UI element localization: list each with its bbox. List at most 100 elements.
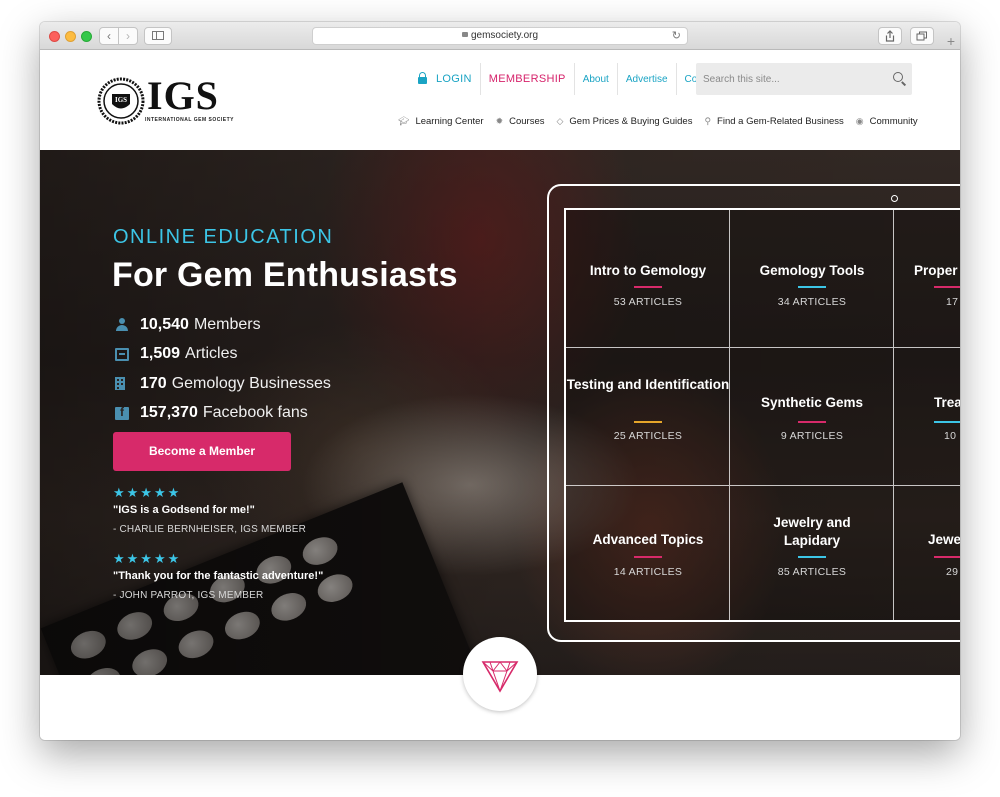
nav-label: Find a Gem-Related Business — [717, 115, 844, 127]
chevron-left-icon: ‹ — [107, 29, 111, 43]
nav-label: Courses — [509, 115, 545, 127]
stat-label: Gemology Businesses — [171, 374, 331, 392]
back-button[interactable]: ‹ — [99, 27, 119, 45]
chat-icon: ◉ — [855, 115, 864, 126]
hero-eyebrow: ONLINE EDUCATION — [113, 226, 334, 248]
topic-card[interactable]: Intro to Gemology 53 ARTICLES — [566, 210, 730, 348]
main-nav: 🎓︎ Learning Center ✹ Courses ◇ Gem Prices &… — [398, 113, 918, 129]
address-bar[interactable]: gemsociety.org ↻ — [312, 27, 688, 45]
topic-count: 34 ARTICLES — [777, 296, 847, 308]
topic-accent-bar — [634, 556, 662, 558]
stat-businesses: 170 Gemology Businesses — [115, 369, 331, 399]
topic-accent-bar — [934, 556, 960, 558]
topic-accent-bar — [934, 286, 960, 288]
stat-value: 1,509 — [140, 345, 181, 363]
new-tab-button[interactable]: + — [942, 32, 960, 50]
gem-badge[interactable] — [463, 637, 537, 711]
topic-accent-bar — [798, 286, 826, 288]
about-link[interactable]: About — [573, 63, 617, 95]
diamond-icon — [481, 661, 519, 693]
topic-title: Testing and Identification — [566, 376, 730, 394]
topic-grid: Intro to Gemology 53 ARTICLES Gemology T… — [564, 208, 960, 622]
topic-title: Intro to Gemology — [589, 263, 707, 278]
gear-icon: ✹ — [495, 115, 504, 126]
nav-courses[interactable]: ✹ Courses — [496, 116, 545, 127]
svg-text:IGS: IGS — [115, 96, 127, 104]
topic-count: 25 ARTICLES — [613, 430, 683, 442]
nav-learning-center[interactable]: 🎓︎ Learning Center — [398, 116, 484, 127]
topic-count: 10 — [944, 430, 957, 442]
reload-icon[interactable]: ↻ — [672, 28, 681, 44]
topic-count: 14 ARTICLES — [613, 566, 683, 578]
nav-gem-prices[interactable]: ◇ Gem Prices & Buying Guides — [557, 116, 693, 127]
topic-card[interactable]: Testing and Identification 25 ARTICLES — [566, 348, 730, 486]
share-button[interactable] — [878, 27, 902, 45]
topic-card[interactable]: Jewe 29 — [894, 486, 960, 620]
igs-seal-icon: IGS — [97, 77, 145, 125]
show-tabs-button[interactable] — [910, 27, 934, 45]
tabs-icon — [916, 31, 927, 41]
topic-title: Trea — [934, 395, 960, 410]
login-link[interactable]: LOGIN — [410, 63, 480, 95]
nav-label: Learning Center — [415, 115, 484, 127]
hero-headline: For Gem Enthusiasts — [112, 256, 458, 294]
stat-label: Articles — [185, 345, 238, 363]
graduation-cap-icon: 🎓︎ — [398, 115, 410, 126]
topic-card[interactable]: Synthetic Gems 9 ARTICLES — [730, 348, 894, 486]
search-input[interactable] — [696, 63, 886, 95]
lock-icon — [418, 71, 427, 84]
stat-value: 157,370 — [140, 404, 198, 422]
logo-subtitle: INTERNATIONAL GEM SOCIETY — [145, 117, 234, 123]
forward-button[interactable]: › — [118, 27, 138, 45]
nav-community[interactable]: ◉ Community — [856, 116, 918, 127]
topic-accent-bar — [934, 421, 960, 423]
browser-window: ‹ › gemsociety.org ↻ + IGS IGS INTERNATI… — [40, 22, 960, 740]
topic-title: Proper — [914, 263, 958, 278]
become-member-button[interactable]: Become a Member — [113, 432, 291, 471]
stat-members: 10,540 Members — [115, 310, 331, 340]
search-icon[interactable] — [893, 72, 903, 82]
topic-card[interactable]: Advanced Topics 14 ARTICLES — [566, 486, 730, 620]
tablet-camera — [891, 195, 898, 202]
topic-title: Jewelry and Lapidary — [773, 515, 851, 548]
stat-facebook: 157,370Facebook fans — [115, 399, 331, 429]
zoom-window-button[interactable] — [81, 31, 92, 42]
igs-logo[interactable]: IGS IGS INTERNATIONAL GEM SOCIETY — [97, 76, 233, 126]
topic-count: 53 ARTICLES — [613, 296, 683, 308]
stat-value: 10,540 — [140, 315, 189, 333]
topic-card[interactable]: Proper 17 — [894, 210, 960, 348]
topic-accent-bar — [798, 556, 826, 558]
site-search — [696, 63, 912, 95]
topic-title-text: Testing and Identification — [566, 377, 730, 392]
stat-articles: 1,509 Articles — [115, 340, 331, 370]
topic-accent-bar — [634, 421, 662, 423]
url-text: gemsociety.org — [470, 30, 539, 41]
testimonial-quote: "Thank you for the fantastic adventure!" — [113, 570, 324, 582]
topic-card[interactable]: Trea 10 — [894, 348, 960, 486]
topic-title: Advanced Topics — [592, 532, 704, 547]
minimize-window-button[interactable] — [65, 31, 76, 42]
stat-value: 170 — [140, 374, 167, 392]
site-header: IGS IGS INTERNATIONAL GEM SOCIETY LOGIN … — [40, 51, 960, 150]
stats-list: 10,540 Members 1,509 Articles 170 Gemology … — [115, 310, 331, 428]
topic-accent-bar — [798, 421, 826, 423]
close-window-button[interactable] — [49, 31, 60, 42]
map-pin-icon: ⚲ — [704, 115, 712, 126]
utility-nav: LOGIN MEMBERSHIP About Advertise Contact — [410, 63, 727, 95]
facebook-icon — [115, 405, 129, 420]
membership-link[interactable]: MEMBERSHIP — [479, 63, 574, 95]
rating-stars: ★★★★★ — [113, 485, 182, 500]
nav-find-business[interactable]: ⚲ Find a Gem-Related Business — [704, 116, 843, 127]
user-icon — [115, 318, 129, 332]
sidebar-toggle-button[interactable] — [144, 27, 172, 45]
topic-card[interactable]: Gemology Tools 34 ARTICLES — [730, 210, 894, 348]
testimonial-author: - CHARLIE BERNHEISER, IGS MEMBER — [113, 524, 307, 535]
topic-card[interactable]: Jewelry and Lapidary 85 ARTICLES — [730, 486, 894, 620]
nav-label: Community — [869, 115, 918, 127]
testimonial-quote: "IGS is a Godsend for me!" — [113, 504, 255, 516]
advertise-link[interactable]: Advertise — [616, 63, 676, 95]
topic-title: Synthetic Gems — [760, 395, 864, 410]
topic-count: 17 — [946, 296, 959, 308]
chevron-right-icon: › — [126, 29, 130, 43]
topic-count: 85 ARTICLES — [777, 566, 847, 578]
